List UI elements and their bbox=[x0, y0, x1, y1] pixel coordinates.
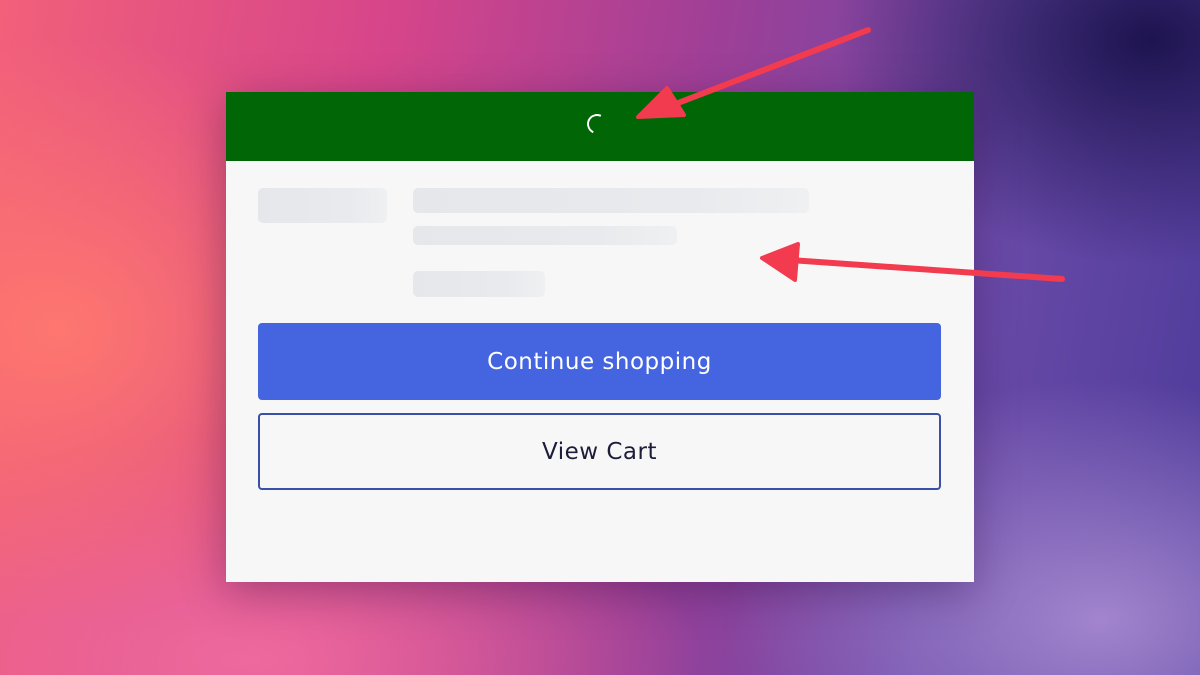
modal-header bbox=[226, 92, 974, 161]
loading-spinner-icon bbox=[584, 111, 610, 137]
continue-shopping-button[interactable]: Continue shopping bbox=[258, 323, 941, 400]
skeleton-product-image bbox=[258, 188, 387, 223]
skeleton-product-price bbox=[413, 271, 545, 297]
skeleton-product-subtitle bbox=[413, 226, 677, 245]
add-to-cart-modal: Continue shopping View Cart bbox=[226, 92, 974, 582]
view-cart-label: View Cart bbox=[541, 438, 658, 465]
continue-shopping-label: Continue shopping bbox=[487, 348, 712, 375]
skeleton-product-title bbox=[413, 188, 809, 213]
view-cart-button[interactable]: View Cart bbox=[258, 413, 941, 490]
